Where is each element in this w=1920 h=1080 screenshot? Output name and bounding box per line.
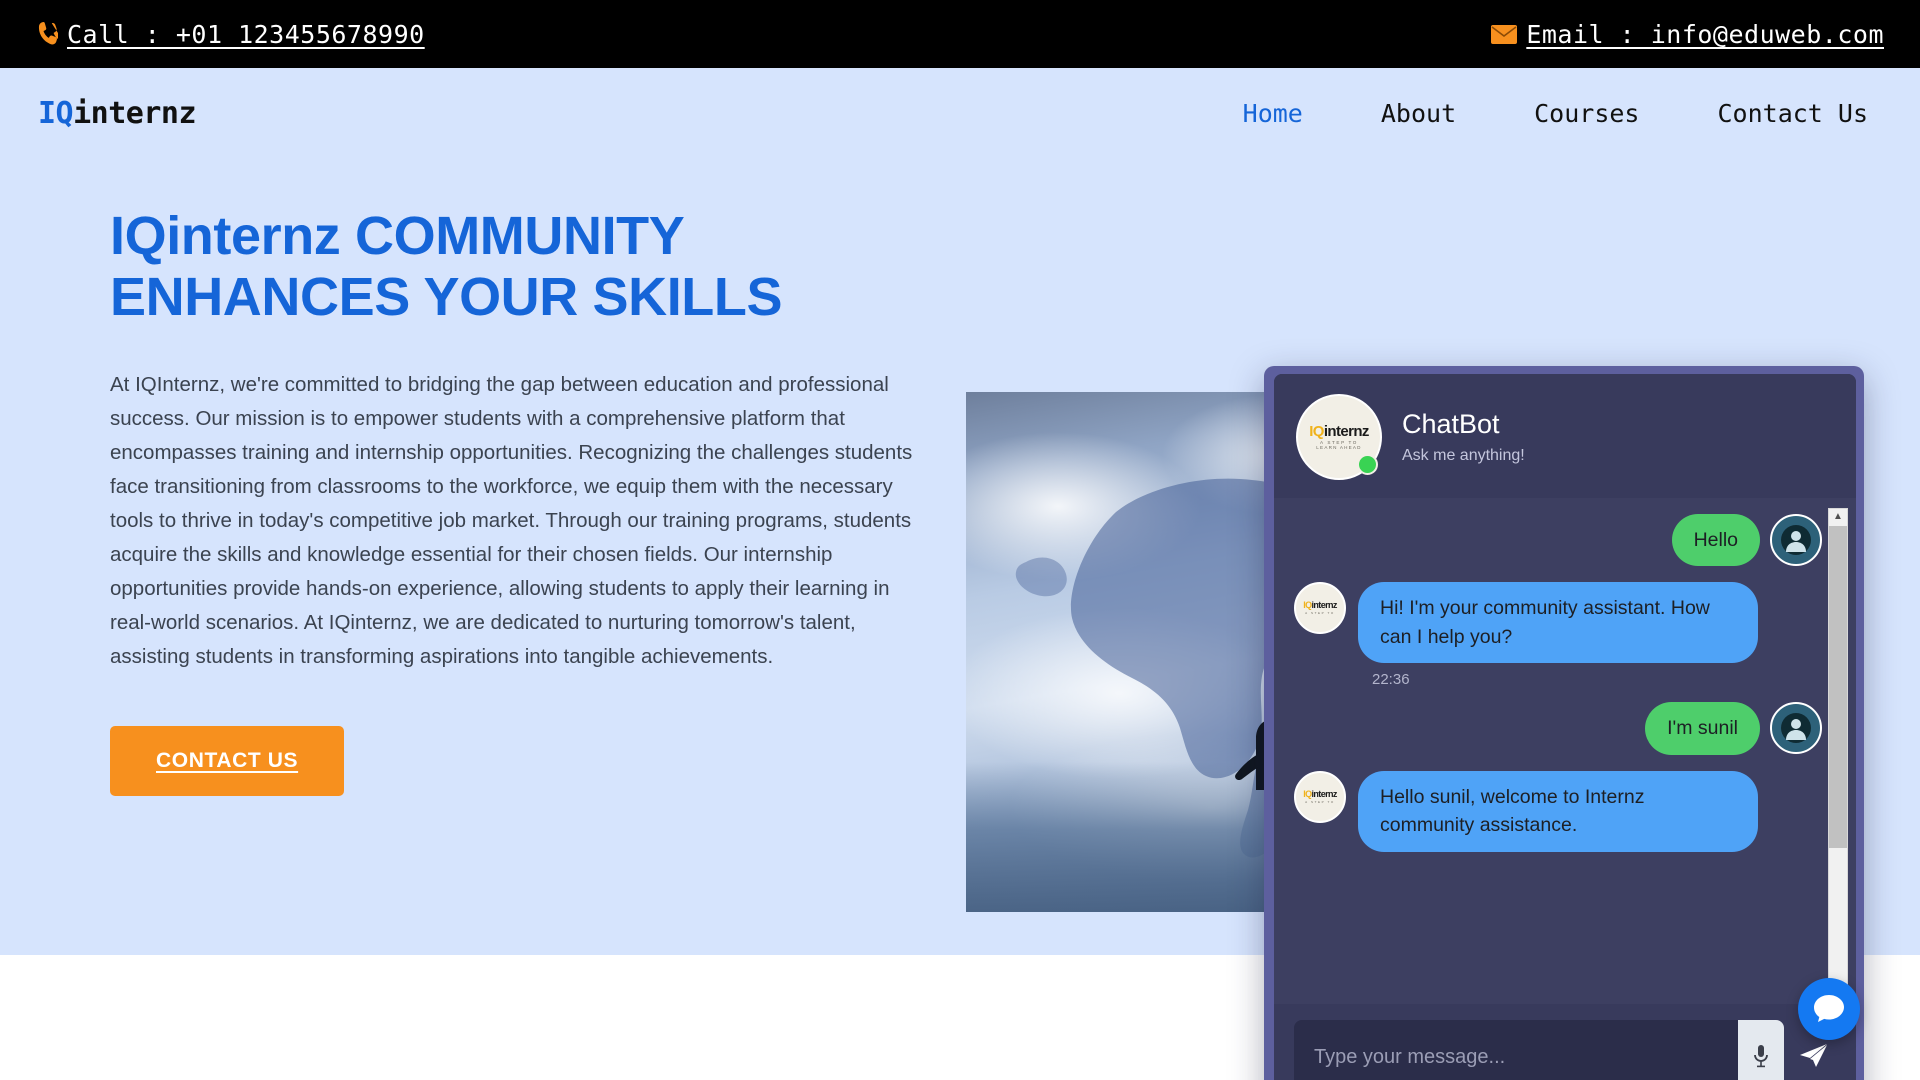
brand-logo-tagline-2: LEARN AHEAD [1316, 444, 1362, 450]
bot-avatar-icon: IQinternz A STEP TO [1294, 770, 1346, 823]
chatbot-widget: IQinternz A STEP TO LEARN AHEAD ChatBot … [1264, 366, 1864, 1080]
nav-item-contact-us[interactable]: Contact Us [1717, 99, 1868, 128]
chat-bubble-text: Hello [1671, 514, 1760, 567]
page-title: IQinternz COMMUNITY ENHANCES YOUR SKILLS [110, 206, 783, 328]
chat-message-bot: IQinternz A STEP TO Hi! I'm your communi… [1294, 582, 1822, 664]
hero-section: IQinternz Home About Courses Contact Us … [0, 68, 1920, 1080]
chat-launcher-button[interactable] [1798, 978, 1860, 1040]
chat-bubble-text: Hello sunil, welcome to Internz communit… [1358, 770, 1758, 852]
email-link[interactable]: Email : info@eduweb.com [1491, 20, 1884, 49]
brand-logo-icon: IQinternz A STEP TO LEARN AHEAD [1309, 424, 1369, 450]
phone-link[interactable]: Call : +01 123455678990 [38, 20, 425, 49]
chat-input-bar [1274, 1004, 1856, 1080]
user-avatar-icon [1770, 702, 1822, 755]
microphone-button[interactable] [1738, 1020, 1784, 1080]
bot-avatar-icon: IQinternz A STEP TO [1294, 582, 1346, 635]
phone-label: Call : +01 123455678990 [67, 19, 425, 49]
chat-message-list[interactable]: Hello IQinternz A STEP TO Hi! I'm your c… [1274, 498, 1856, 1004]
top-contact-bar: Call : +01 123455678990 Email : info@edu… [0, 0, 1920, 68]
chat-bubble-text: Hi! I'm your community assistant. How ca… [1358, 582, 1758, 664]
scrollbar-thumb[interactable] [1829, 526, 1847, 848]
envelope-icon [1491, 24, 1518, 44]
chat-message-input[interactable] [1294, 1045, 1738, 1069]
microphone-icon [1753, 1044, 1769, 1071]
logo-suffix: internz [73, 95, 197, 131]
nav-item-courses[interactable]: Courses [1534, 99, 1639, 128]
brand-logo-tagline-1: A STEP TO [1305, 799, 1335, 804]
user-avatar-icon [1770, 514, 1822, 566]
chat-bubble-icon [1813, 993, 1845, 1026]
brand-logo-t: internz [1311, 600, 1338, 611]
brand-logo-q: IQ [1303, 788, 1312, 799]
chat-bubble-text: I'm sunil [1645, 702, 1760, 755]
chatbot-card: IQinternz A STEP TO LEARN AHEAD ChatBot … [1274, 374, 1856, 1080]
chatbot-header-text: ChatBot Ask me anything! [1402, 409, 1525, 464]
email-label: Email : info@eduweb.com [1526, 19, 1884, 49]
brand-logo-t: internz [1311, 788, 1338, 799]
main-navigation: IQinternz Home About Courses Contact Us [0, 68, 1920, 158]
contact-us-button[interactable]: CONTACT US [110, 726, 345, 797]
brand-logo-icon: IQinternz A STEP TO [1303, 601, 1337, 615]
send-icon [1798, 1042, 1828, 1073]
brand-logo-q: IQ [1309, 422, 1324, 440]
site-logo[interactable]: IQinternz [38, 95, 197, 131]
chat-timestamp: 22:36 [1372, 671, 1410, 689]
logo-prefix: IQ [38, 95, 74, 131]
online-status-dot [1357, 454, 1378, 475]
scroll-up-icon[interactable]: ▲ [1833, 509, 1843, 526]
nav-links: Home About Courses Contact Us [1243, 99, 1868, 128]
chatbot-header: IQinternz A STEP TO LEARN AHEAD ChatBot … [1274, 374, 1856, 498]
brand-logo-tagline-1: A STEP TO [1305, 611, 1335, 616]
chatbot-subtitle: Ask me anything! [1402, 446, 1525, 464]
chat-scrollbar[interactable]: ▲ ▼ [1828, 508, 1848, 998]
brand-logo-q: IQ [1303, 600, 1312, 611]
chat-message-user: Hello [1294, 514, 1822, 567]
send-message-button[interactable] [1784, 1042, 1838, 1073]
chatbot-avatar: IQinternz A STEP TO LEARN AHEAD [1296, 394, 1382, 480]
nav-item-about[interactable]: About [1381, 99, 1456, 128]
brand-logo-icon: IQinternz A STEP TO [1303, 788, 1338, 804]
phone-icon [38, 22, 58, 46]
nav-item-home[interactable]: Home [1243, 99, 1303, 128]
hero-description: At IQInternz, we're committed to bridgin… [110, 373, 913, 669]
chat-input-wrapper[interactable] [1294, 1020, 1784, 1080]
brand-logo-t: internz [1323, 422, 1370, 440]
chat-message-bot: IQinternz A STEP TO Hello sunil, welcome… [1294, 770, 1822, 852]
chatbot-title: ChatBot [1402, 409, 1500, 440]
hero-text-column: IQinternz COMMUNITY ENHANCES YOUR SKILLS… [0, 206, 940, 797]
chat-message-user: I'm sunil [1294, 702, 1822, 755]
